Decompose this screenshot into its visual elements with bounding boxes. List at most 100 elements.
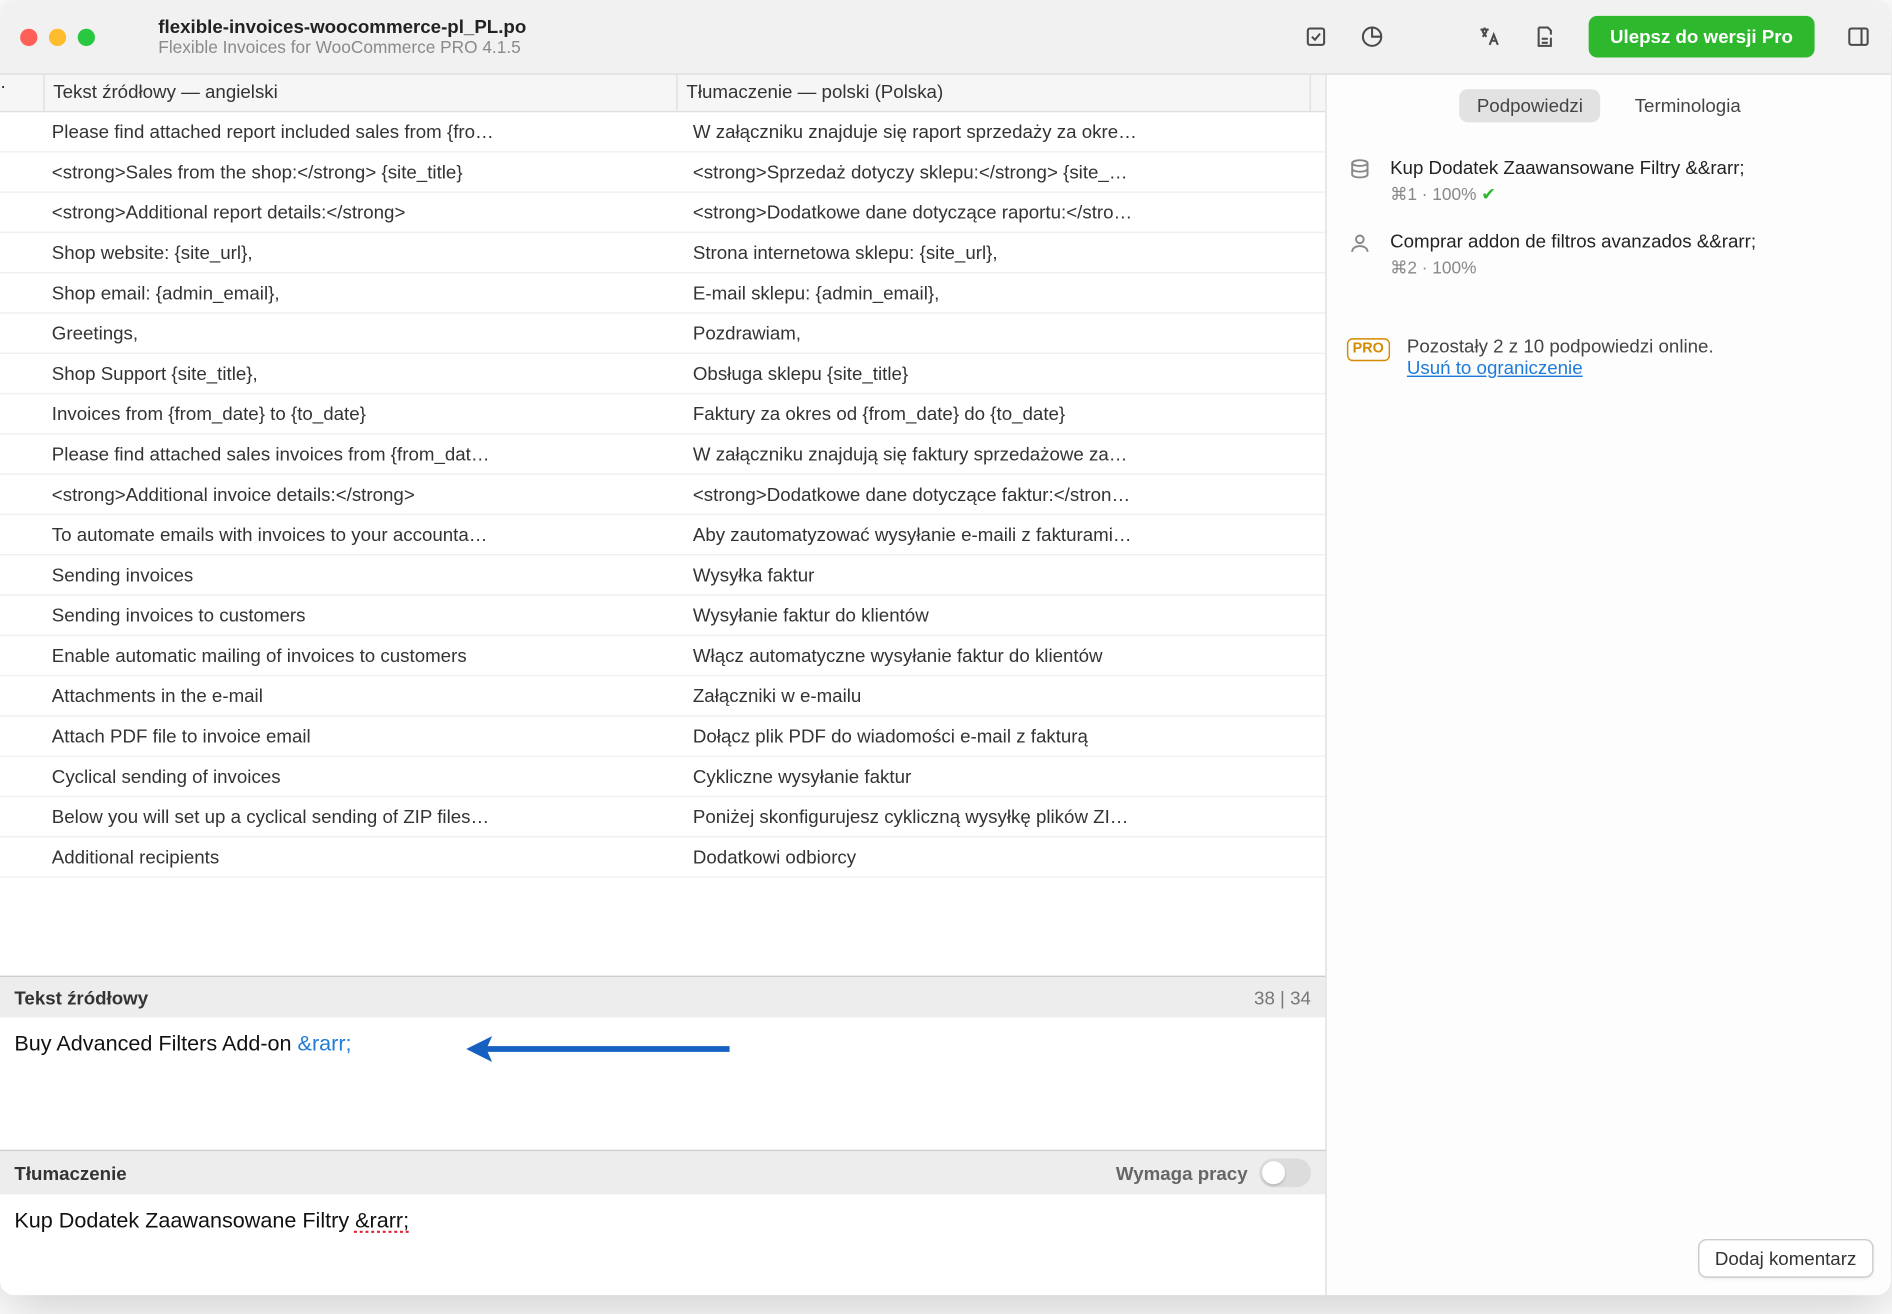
strings-list[interactable]: Please find attached report included sal… <box>0 112 1325 975</box>
row-source: <strong>Additional report details:</stro… <box>43 193 684 232</box>
row-target: Strona internetowa sklepu: {site_url}, <box>684 233 1325 272</box>
row-indicator <box>0 314 43 353</box>
table-row[interactable]: Shop website: {site_url},Strona internet… <box>0 233 1325 273</box>
row-source: Enable automatic mailing of invoices to … <box>43 636 684 675</box>
pro-remaining-text: Pozostały 2 z 10 podpowiedzi online. <box>1407 335 1714 357</box>
minimize-window[interactable] <box>49 28 66 45</box>
translate-icon[interactable] <box>1476 24 1500 48</box>
add-comment-button[interactable]: Dodaj komentarz <box>1698 1239 1874 1278</box>
suggestion-item[interactable]: Comprar addon de filtros avanzados &&rar… <box>1347 216 1871 289</box>
row-indicator <box>0 797 43 836</box>
row-target: Wysyłanie faktur do klientów <box>684 596 1325 635</box>
row-source: Shop Support {site_title}, <box>43 354 684 393</box>
column-header-target[interactable]: Tłumaczenie — polski (Polska) <box>676 75 1311 111</box>
row-target: W załączniku znajduje się raport sprzeda… <box>684 112 1325 151</box>
table-row[interactable]: Greetings,Pozdrawiam, <box>0 314 1325 354</box>
source-text-entity: &rarr; <box>298 1032 352 1056</box>
table-row[interactable]: Attach PDF file to invoice emailDołącz p… <box>0 717 1325 757</box>
annotation-arrow-icon <box>463 1032 736 1067</box>
suggestion-text: Comprar addon de filtros avanzados &&rar… <box>1390 230 1756 252</box>
table-row[interactable]: <strong>Additional invoice details:</str… <box>0 475 1325 515</box>
row-target: Wysyłka faktur <box>684 555 1325 594</box>
pro-remove-limit-link[interactable]: Usuń to ograniczenie <box>1407 357 1583 379</box>
row-indicator <box>0 394 43 433</box>
table-row[interactable]: Sending invoicesWysyłka faktur <box>0 555 1325 595</box>
table-row[interactable]: Enable automatic mailing of invoices to … <box>0 636 1325 676</box>
table-row[interactable]: To automate emails with invoices to your… <box>0 515 1325 555</box>
source-text-panel: Tekst źródłowy 38 | 34 Buy Advanced Filt… <box>0 976 1325 1150</box>
table-row[interactable]: Shop email: {admin_email},E-mail sklepu:… <box>0 273 1325 313</box>
row-source: Additional recipients <box>43 837 684 876</box>
translation-memory-icon <box>1347 157 1373 204</box>
row-indicator <box>0 354 43 393</box>
row-source: <strong>Sales from the shop:</strong> {s… <box>43 153 684 192</box>
row-indicator <box>0 233 43 272</box>
tab-terminology[interactable]: Terminologia <box>1617 89 1758 122</box>
row-source: Shop email: {admin_email}, <box>43 273 684 312</box>
row-indicator <box>0 757 43 796</box>
row-target: Włącz automatyczne wysyłanie faktur do k… <box>684 636 1325 675</box>
row-indicator <box>0 153 43 192</box>
row-indicator <box>0 273 43 312</box>
titlebar: flexible-invoices-woocommerce-pl_PL.po F… <box>0 0 1891 75</box>
suggestion-meta: ⌘2 · 100% <box>1390 258 1756 278</box>
row-source: Attachments in the e-mail <box>43 676 684 715</box>
table-row[interactable]: Cyclical sending of invoicesCykliczne wy… <box>0 757 1325 797</box>
row-target: Cykliczne wysyłanie faktur <box>684 757 1325 796</box>
tab-suggestions[interactable]: Podpowiedzi <box>1460 89 1601 122</box>
row-target: <strong>Sprzedaż dotyczy sklepu:</strong… <box>684 153 1325 192</box>
window-controls <box>20 28 95 45</box>
table-row[interactable]: <strong>Additional report details:</stro… <box>0 193 1325 233</box>
translation-text-entity: &rarr; <box>355 1209 409 1233</box>
row-target: Pozdrawiam, <box>684 314 1325 353</box>
table-row[interactable]: Attachments in the e-mailZałączniki w e-… <box>0 676 1325 716</box>
close-window[interactable] <box>20 28 37 45</box>
row-source: Cyclical sending of invoices <box>43 757 684 796</box>
translation-text-main: Kup Dodatek Zaawansowane Filtry <box>14 1209 355 1233</box>
suggestion-item[interactable]: Kup Dodatek Zaawansowane Filtry &&rarr; ⌘… <box>1347 142 1871 215</box>
table-row[interactable]: Shop Support {site_title},Obsługa sklepu… <box>0 354 1325 394</box>
export-icon[interactable] <box>1532 24 1556 48</box>
row-target: W załączniku znajdują się faktury sprzed… <box>684 435 1325 474</box>
table-row[interactable]: <strong>Sales from the shop:</strong> {s… <box>0 153 1325 193</box>
table-row[interactable]: Please find attached sales invoices from… <box>0 435 1325 475</box>
row-target: Obsługa sklepu {site_title} <box>684 354 1325 393</box>
row-source: Please find attached report included sal… <box>43 112 684 151</box>
table-row[interactable]: Please find attached report included sal… <box>0 112 1325 152</box>
column-header-source[interactable]: Tekst źródłowy — angielski <box>43 75 676 111</box>
row-target: <strong>Dodatkowe dane dotyczące faktur:… <box>684 475 1325 514</box>
suggestion-text: Kup Dodatek Zaawansowane Filtry &&rarr; <box>1390 157 1745 179</box>
validate-icon[interactable] <box>1304 24 1328 48</box>
suggestion-meta: ⌘1 · 100% ✔ <box>1390 184 1745 204</box>
sidebar-toggle-icon[interactable] <box>1846 24 1870 48</box>
table-row[interactable]: Below you will set up a cyclical sending… <box>0 797 1325 837</box>
row-target: Faktury za okres od {from_date} do {to_d… <box>684 394 1325 433</box>
row-indicator <box>0 515 43 554</box>
row-source: Shop website: {site_url}, <box>43 233 684 272</box>
row-source: Please find attached sales invoices from… <box>43 435 684 474</box>
row-indicator <box>0 435 43 474</box>
translation-editor[interactable]: Kup Dodatek Zaawansowane Filtry &rarr; <box>0 1194 1325 1295</box>
translation-panel: Tłumaczenie Wymaga pracy Kup Dodatek Zaa… <box>0 1150 1325 1295</box>
row-source: Sending invoices <box>43 555 684 594</box>
table-row[interactable]: Additional recipientsDodatkowi odbiorcy <box>0 837 1325 877</box>
row-target: Załączniki w e-mailu <box>684 676 1325 715</box>
row-indicator <box>0 555 43 594</box>
window-title: flexible-invoices-woocommerce-pl_PL.po <box>158 15 526 37</box>
row-indicator <box>0 676 43 715</box>
stats-icon[interactable] <box>1360 24 1384 48</box>
zoom-window[interactable] <box>78 28 95 45</box>
row-target: Dodatkowi odbiorcy <box>684 837 1325 876</box>
needs-work-toggle[interactable] <box>1259 1158 1311 1187</box>
translation-panel-label: Tłumaczenie <box>14 1162 126 1184</box>
row-source: Greetings, <box>43 314 684 353</box>
row-indicator <box>0 112 43 151</box>
window-subtitle: Flexible Invoices for WooCommerce PRO 4.… <box>158 38 526 59</box>
sidebar-panel: Podpowiedzi Terminologia Kup Dodatek Zaa… <box>1327 75 1891 1295</box>
upgrade-pro-button[interactable]: Ulepsz do wersji Pro <box>1588 16 1814 58</box>
table-row[interactable]: Invoices from {from_date} to {to_date}Fa… <box>0 394 1325 434</box>
row-indicator <box>0 193 43 232</box>
row-target: Dołącz plik PDF do wiadomości e-mail z f… <box>684 717 1325 756</box>
row-source: Sending invoices to customers <box>43 596 684 635</box>
table-row[interactable]: Sending invoices to customersWysyłanie f… <box>0 596 1325 636</box>
